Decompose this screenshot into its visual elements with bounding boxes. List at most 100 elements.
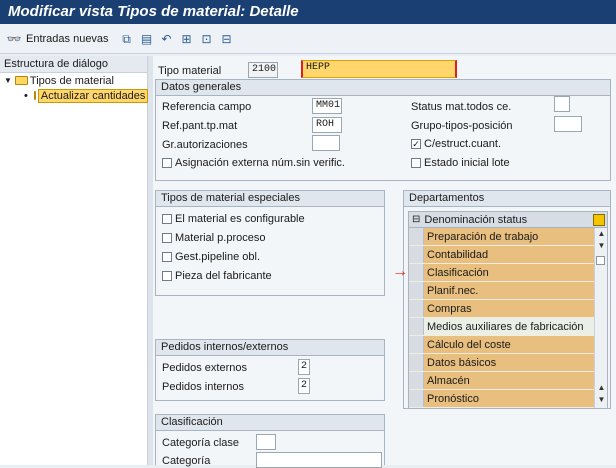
folder-icon	[33, 91, 36, 100]
material-proceso-label: Material p.proceso	[175, 232, 266, 244]
departamento-row[interactable]: Pronóstico	[409, 390, 594, 408]
undo-icon[interactable]: ↶	[159, 31, 175, 47]
row-selector[interactable]	[409, 390, 424, 407]
departamento-label: Medios auxiliares de fabricación	[427, 320, 584, 333]
estado-inicial-checkbox[interactable]	[411, 158, 421, 168]
tree-node-label: Tipos de material	[29, 74, 114, 87]
departamento-row[interactable]: Clasificación	[409, 264, 594, 282]
glasses-icon[interactable]: 👓	[6, 31, 22, 47]
departamento-row[interactable]: Compras	[409, 300, 594, 318]
pedidos-internos-label: Pedidos internos	[162, 381, 244, 393]
scroll-down-icon[interactable]: ▼	[595, 240, 608, 252]
datos-generales-title: Datos generales	[156, 80, 610, 96]
ref-pant-field[interactable]: ROH	[312, 117, 342, 133]
row-selector[interactable]	[409, 372, 424, 389]
configurable-label: El material es configurable	[175, 213, 305, 225]
asignacion-label: Asignación externa núm.sin verific.	[175, 157, 345, 169]
tree-node-tipos-material[interactable]: ▼ Tipos de material	[0, 73, 147, 88]
categoria-label: Categoría	[162, 455, 211, 467]
material-proceso-checkbox[interactable]	[162, 233, 172, 243]
annotation-arrow-icon: →	[392, 263, 408, 280]
departamento-row[interactable]: Planif.nec.	[409, 282, 594, 300]
departamento-label: Compras	[427, 302, 472, 315]
expand-arrow-icon[interactable]: ▼	[4, 76, 12, 85]
pieza-fabricante-checkbox[interactable]	[162, 271, 172, 281]
departamento-row[interactable]: Almacén	[409, 372, 594, 390]
window-title: Modificar vista Tipos de material: Detal…	[0, 0, 616, 24]
grupo-tipos-label: Grupo-tipos-posición	[411, 120, 513, 132]
status-mat-label: Status mat.todos ce.	[411, 101, 512, 113]
departamento-label: Datos básicos	[427, 356, 497, 369]
delete-icon[interactable]: ▤	[139, 31, 155, 47]
gr-autorizaciones-field[interactable]	[312, 135, 340, 151]
status-mat-field[interactable]	[554, 96, 570, 112]
tipos-especiales-group: Tipos de material especiales El material…	[155, 190, 385, 296]
new-entries-button[interactable]: Entradas nuevas	[26, 33, 109, 45]
scroll-up-bottom-icon[interactable]: ▲	[595, 382, 608, 394]
row-selector[interactable]	[409, 264, 424, 281]
row-selector[interactable]	[409, 318, 424, 335]
departamento-label: Pronóstico	[427, 392, 479, 405]
c-estruct-checkbox[interactable]: ✓	[411, 139, 421, 149]
categoria-field[interactable]	[256, 452, 382, 468]
bullet-icon: •	[24, 89, 28, 102]
row-selector[interactable]	[409, 282, 424, 299]
departamento-row[interactable]: Datos básicos	[409, 354, 594, 372]
tipo-material-code-field[interactable]: 2100	[248, 62, 278, 78]
ref-pant-label: Ref.pant.tp.mat	[162, 120, 238, 132]
categoria-clase-label: Categoría clase	[162, 437, 240, 449]
clasificacion-group: Clasificación Categoría clase Categoría	[155, 414, 385, 468]
row-selector[interactable]	[409, 300, 424, 317]
departamento-row[interactable]: Contabilidad	[409, 246, 594, 264]
pedidos-group: Pedidos internos/externos Pedidos extern…	[155, 339, 385, 401]
gest-pipeline-checkbox[interactable]	[162, 252, 172, 262]
pedidos-title: Pedidos internos/externos	[156, 340, 384, 356]
tipo-material-name-field[interactable]: HEPP	[301, 60, 457, 78]
select-block-icon[interactable]: ⊞	[179, 31, 195, 47]
departamento-label: Almacén	[427, 374, 470, 387]
deselect-icon[interactable]: ⊟	[219, 31, 235, 47]
dialog-structure-header: Estructura de diálogo	[0, 56, 147, 73]
tree-node-label-selected: Actualizar cantidades	[37, 88, 149, 103]
referencia-campo-label: Referencia campo	[162, 101, 252, 113]
column-header-denominacion[interactable]: Denominación status	[424, 214, 527, 226]
row-selector[interactable]	[409, 354, 424, 371]
column-config-icon[interactable]	[593, 213, 605, 226]
toolbar: 👓 Entradas nuevas ⧉ ▤ ↶ ⊞ ⊡ ⊟	[0, 24, 616, 54]
row-selector[interactable]	[409, 336, 424, 353]
departamento-row[interactable]: Cálculo del coste	[409, 336, 594, 354]
departamento-label: Clasificación	[427, 266, 489, 279]
departamento-row[interactable]: Medios auxiliares de fabricación	[409, 318, 594, 336]
departamento-label: Contabilidad	[427, 248, 489, 261]
row-selector[interactable]	[409, 246, 424, 263]
tree-node-actualizar-cantidades[interactable]: • Actualizar cantidades	[0, 88, 149, 103]
detail-content: Tipo material 2100 HEPP Datos generales …	[153, 56, 616, 468]
scroll-up-icon[interactable]: ▲	[595, 228, 608, 240]
tipo-material-label: Tipo material	[158, 65, 222, 77]
configurable-checkbox[interactable]	[162, 214, 172, 224]
departamento-label: Planif.nec.	[427, 284, 479, 297]
pedidos-externos-field[interactable]: 2	[298, 359, 310, 375]
asignacion-checkbox[interactable]	[162, 158, 172, 168]
departamento-label: Preparación de trabajo	[427, 230, 539, 243]
dialog-structure-panel: Estructura de diálogo ▼ Tipos de materia…	[0, 56, 149, 465]
estado-inicial-label: Estado inicial lote	[424, 157, 510, 169]
row-selector[interactable]	[409, 228, 424, 245]
pedidos-internos-field[interactable]: 2	[298, 378, 310, 394]
table-settings-icon[interactable]: ⊟	[412, 214, 420, 225]
departamentos-table: ⊟ Denominación status Preparación de tra…	[408, 211, 608, 409]
scroll-thumb[interactable]	[596, 256, 605, 265]
clasificacion-title: Clasificación	[156, 415, 384, 431]
gest-pipeline-label: Gest.pipeline obl.	[175, 251, 260, 263]
copy-icon[interactable]: ⧉	[119, 31, 135, 47]
grupo-tipos-field[interactable]	[554, 116, 582, 132]
departamentos-title: Departamentos	[404, 191, 610, 207]
categoria-clase-field[interactable]	[256, 434, 276, 450]
referencia-campo-field[interactable]: MM01	[312, 98, 342, 114]
departamento-label: Cálculo del coste	[427, 338, 511, 351]
departamento-row[interactable]: Preparación de trabajo	[409, 228, 594, 246]
gr-autorizaciones-label: Gr.autorizaciones	[162, 139, 248, 151]
scroll-down-bottom-icon[interactable]: ▼	[595, 394, 608, 406]
select-all-icon[interactable]: ⊡	[199, 31, 215, 47]
departamentos-scrollbar[interactable]: ▲ ▼ ▲ ▼	[594, 228, 607, 408]
